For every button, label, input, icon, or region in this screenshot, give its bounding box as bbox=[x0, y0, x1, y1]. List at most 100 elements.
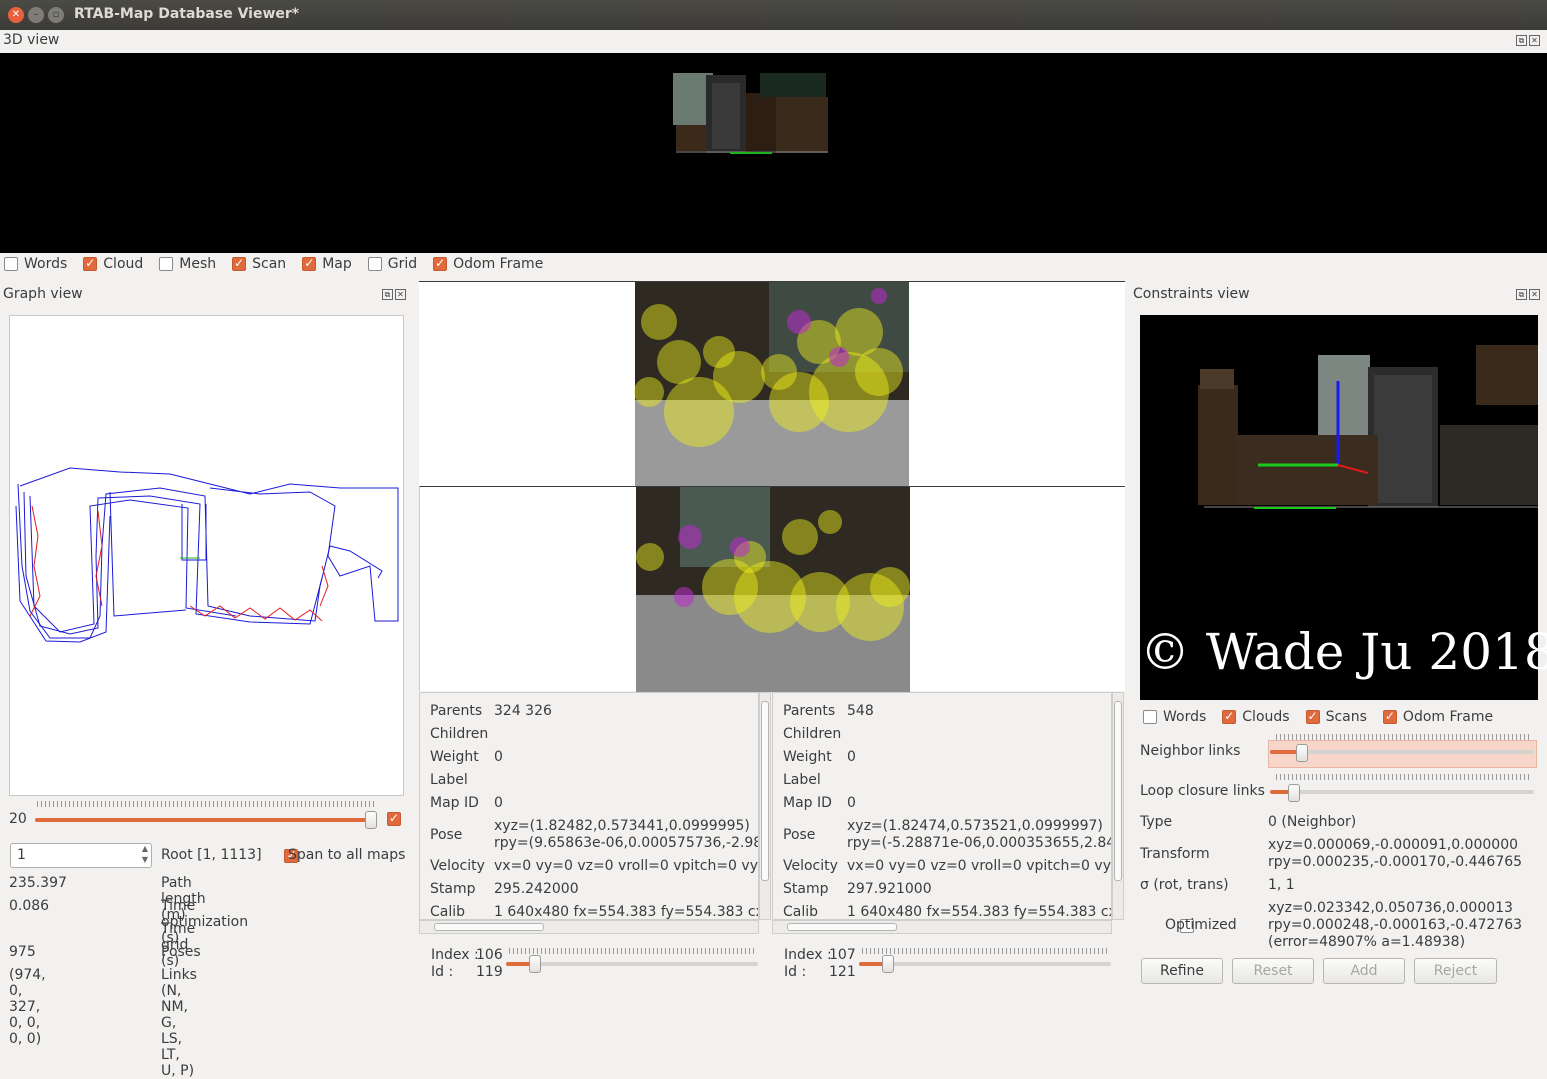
neighbor-slider-box[interactable] bbox=[1268, 740, 1537, 768]
neighbor-slider-fill bbox=[1270, 750, 1298, 754]
info-key-children: Children bbox=[430, 726, 489, 742]
image-bottom-scene bbox=[636, 487, 910, 692]
view3d-scan-checkbox[interactable] bbox=[232, 256, 247, 271]
type-key: Type bbox=[1140, 814, 1173, 830]
info-value-weight: 0 bbox=[847, 749, 856, 765]
close-icon[interactable]: ✕ bbox=[1529, 289, 1540, 300]
neighbor-slider-handle[interactable] bbox=[1296, 744, 1308, 762]
optimized-error: (error=48907% a=1.48938) bbox=[1268, 934, 1466, 950]
graph-stat-value: (974, 0, 327, 0, 0, 0, 0) bbox=[9, 967, 46, 1047]
left-info-hscroll[interactable] bbox=[419, 920, 759, 934]
title-bar: ✕ – ▫ RTAB-Map Database Viewer* bbox=[0, 0, 1547, 30]
info-value-velocity: vx=0 vy=0 vz=0 vroll=0 vpitch=0 vyaw=0 bbox=[494, 858, 758, 874]
image-view-bottom[interactable] bbox=[419, 486, 1125, 692]
sigma-key: σ (rot, trans) bbox=[1140, 877, 1229, 893]
scroll-handle[interactable] bbox=[434, 923, 544, 931]
scroll-handle[interactable] bbox=[787, 923, 897, 931]
constraints-clouds-checkbox[interactable] bbox=[1222, 709, 1237, 724]
constraints-scans-checkbox[interactable] bbox=[1305, 709, 1320, 724]
info-key-pose: Pose bbox=[783, 827, 816, 843]
minimize-window-button[interactable]: – bbox=[28, 7, 44, 23]
graph-slider-checkbox[interactable] bbox=[387, 811, 401, 826]
root-label: Root [1, 1113] bbox=[161, 847, 262, 863]
close-window-button[interactable]: ✕ bbox=[8, 7, 24, 23]
right-slider-track[interactable] bbox=[859, 962, 1111, 966]
scroll-handle[interactable] bbox=[1114, 701, 1122, 881]
view3d-odom-frame-label: Odom Frame bbox=[453, 256, 544, 272]
image-view-top[interactable] bbox=[419, 281, 1125, 487]
view3d-canvas[interactable] bbox=[0, 53, 1547, 253]
info-value-calib: 1 640x480 fx=554.383 fy=554.383 cx=3 bbox=[847, 904, 1112, 920]
graph-view-title: Graph view bbox=[3, 286, 83, 302]
left-slider-handle[interactable] bbox=[529, 955, 541, 973]
sigma-value: 1, 1 bbox=[1268, 877, 1295, 893]
view3d-map-checkbox[interactable] bbox=[302, 256, 317, 271]
view3d-cloud-checkbox[interactable] bbox=[83, 256, 98, 271]
left-id-label: Id : bbox=[431, 964, 454, 980]
view3d-dock-buttons: ⧉ ✕ bbox=[1516, 35, 1540, 46]
info-value-velocity: vx=0 vy=0 vz=0 vroll=0 vpitch=0 vyaw=0 bbox=[847, 858, 1111, 874]
constraints-words-checkbox[interactable] bbox=[1143, 710, 1157, 724]
info-key-stamp: Stamp bbox=[430, 881, 476, 897]
maximize-window-button[interactable]: ▫ bbox=[48, 7, 64, 23]
info-key-parents: Parents bbox=[783, 703, 836, 719]
scroll-handle[interactable] bbox=[761, 701, 769, 881]
root-spinbox[interactable]: 1 ▲ ▼ bbox=[10, 843, 152, 868]
refine-button[interactable]: Refine bbox=[1141, 958, 1223, 984]
left-index-label: Index : bbox=[431, 947, 479, 963]
loop-slider-handle[interactable] bbox=[1288, 784, 1300, 802]
view3d-mesh-checkbox[interactable] bbox=[159, 257, 174, 271]
float-icon[interactable]: ⧉ bbox=[1516, 35, 1527, 46]
info-value-map-id: 0 bbox=[494, 795, 503, 811]
info-value-pose-xyz: xyz=(1.82474,0.573521,0.0999997) bbox=[847, 818, 1103, 834]
reject-button[interactable]: Reject bbox=[1414, 958, 1497, 984]
loop-slider-track[interactable] bbox=[1270, 790, 1534, 794]
info-value-map-id: 0 bbox=[847, 795, 856, 811]
spin-up-icon[interactable]: ▲ bbox=[142, 844, 148, 853]
graph-stat-value: 975 bbox=[9, 944, 36, 960]
graph-slider-handle[interactable] bbox=[365, 811, 377, 829]
add-button[interactable]: Add bbox=[1323, 958, 1405, 984]
info-value-weight: 0 bbox=[494, 749, 503, 765]
graph-trajectory bbox=[15, 467, 399, 643]
graph-slider-value: 20 bbox=[9, 811, 27, 827]
view3d-mesh-label: Mesh bbox=[179, 256, 217, 272]
view3d-words-checkbox[interactable] bbox=[4, 257, 18, 271]
right-slider-handle[interactable] bbox=[882, 955, 894, 973]
constraints-odom-frame-checkbox[interactable] bbox=[1382, 709, 1397, 724]
constraints-odom-frame-label: Odom Frame bbox=[1402, 709, 1494, 725]
graph-canvas[interactable] bbox=[9, 315, 404, 796]
info-key-weight: Weight bbox=[430, 749, 479, 765]
constraints-canvas[interactable]: © Wade Ju 2018 bbox=[1140, 315, 1547, 700]
spin-down-icon[interactable]: ▼ bbox=[142, 855, 148, 864]
view3d-grid-checkbox[interactable] bbox=[367, 257, 382, 271]
info-value-parents: 548 bbox=[847, 703, 874, 719]
close-icon[interactable]: ✕ bbox=[1529, 35, 1540, 46]
left-info-scrollbar[interactable] bbox=[759, 692, 771, 920]
span-maps-label: Span to all maps bbox=[288, 847, 406, 863]
info-key-label: Label bbox=[783, 772, 821, 788]
constraints-options: Words Clouds Scans Odom Frame bbox=[1143, 709, 1503, 725]
constraints-scans-label: Scans bbox=[1325, 709, 1367, 725]
root-spinbox-value: 1 bbox=[17, 847, 26, 863]
view3d-odom-frame-checkbox[interactable] bbox=[433, 256, 448, 271]
graph-dock-buttons: ⧉ ✕ bbox=[382, 289, 406, 300]
graph-slider-fill bbox=[35, 818, 370, 822]
left-slider-track[interactable] bbox=[506, 962, 758, 966]
right-info-scrollbar[interactable] bbox=[1112, 692, 1124, 920]
graph-stat-value: 0.086 bbox=[9, 898, 50, 914]
float-icon[interactable]: ⧉ bbox=[1516, 289, 1527, 300]
graph-stat-label: Links (N, NM, G, LS, LT, U, P) bbox=[161, 967, 197, 1079]
constraints-words-label: Words bbox=[1163, 709, 1207, 725]
optimized-xyz: xyz=0.023342,0.050736,0.000013 bbox=[1268, 900, 1513, 916]
neighbor-slider-ticks bbox=[1276, 734, 1532, 740]
close-icon[interactable]: ✕ bbox=[395, 289, 406, 300]
reset-button[interactable]: Reset bbox=[1232, 958, 1314, 984]
info-key-velocity: Velocity bbox=[783, 858, 838, 874]
neighbor-slider-track[interactable] bbox=[1270, 750, 1534, 754]
right-info-hscroll[interactable] bbox=[772, 920, 1112, 934]
info-value-pose-xyz: xyz=(1.82482,0.573441,0.0999995) bbox=[494, 818, 750, 834]
info-value-pose-rpy: rpy=(-5.28871e-06,0.000353655,2.8468 bbox=[847, 835, 1112, 851]
float-icon[interactable]: ⧉ bbox=[382, 289, 393, 300]
right-id-value: 121 bbox=[829, 964, 856, 980]
